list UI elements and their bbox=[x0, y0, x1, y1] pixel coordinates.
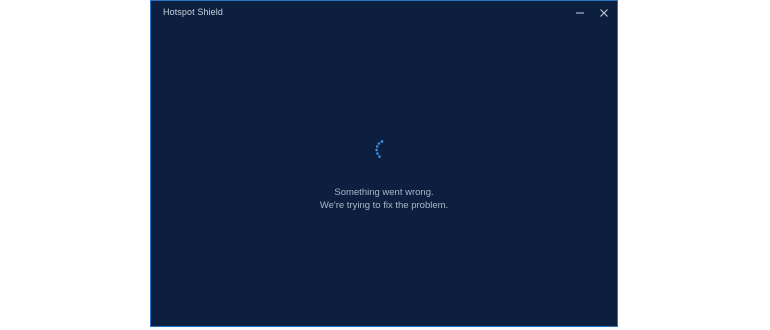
loading-spinner-icon bbox=[375, 140, 384, 158]
error-line-1: Something went wrong. bbox=[334, 187, 434, 198]
window-title: Hotspot Shield bbox=[163, 7, 223, 17]
title-bar[interactable]: Hotspot Shield bbox=[151, 1, 617, 25]
close-button[interactable] bbox=[593, 3, 615, 23]
error-message: Something went wrong. We're trying to fi… bbox=[151, 186, 617, 212]
minimize-button[interactable] bbox=[569, 3, 591, 23]
app-window: Hotspot Shield Something went wrong. We'… bbox=[150, 0, 618, 327]
close-icon bbox=[600, 9, 608, 17]
minimize-icon bbox=[576, 12, 584, 14]
main-content: Something went wrong. We're trying to fi… bbox=[151, 25, 617, 326]
error-line-2: We're trying to fix the problem. bbox=[319, 200, 449, 211]
